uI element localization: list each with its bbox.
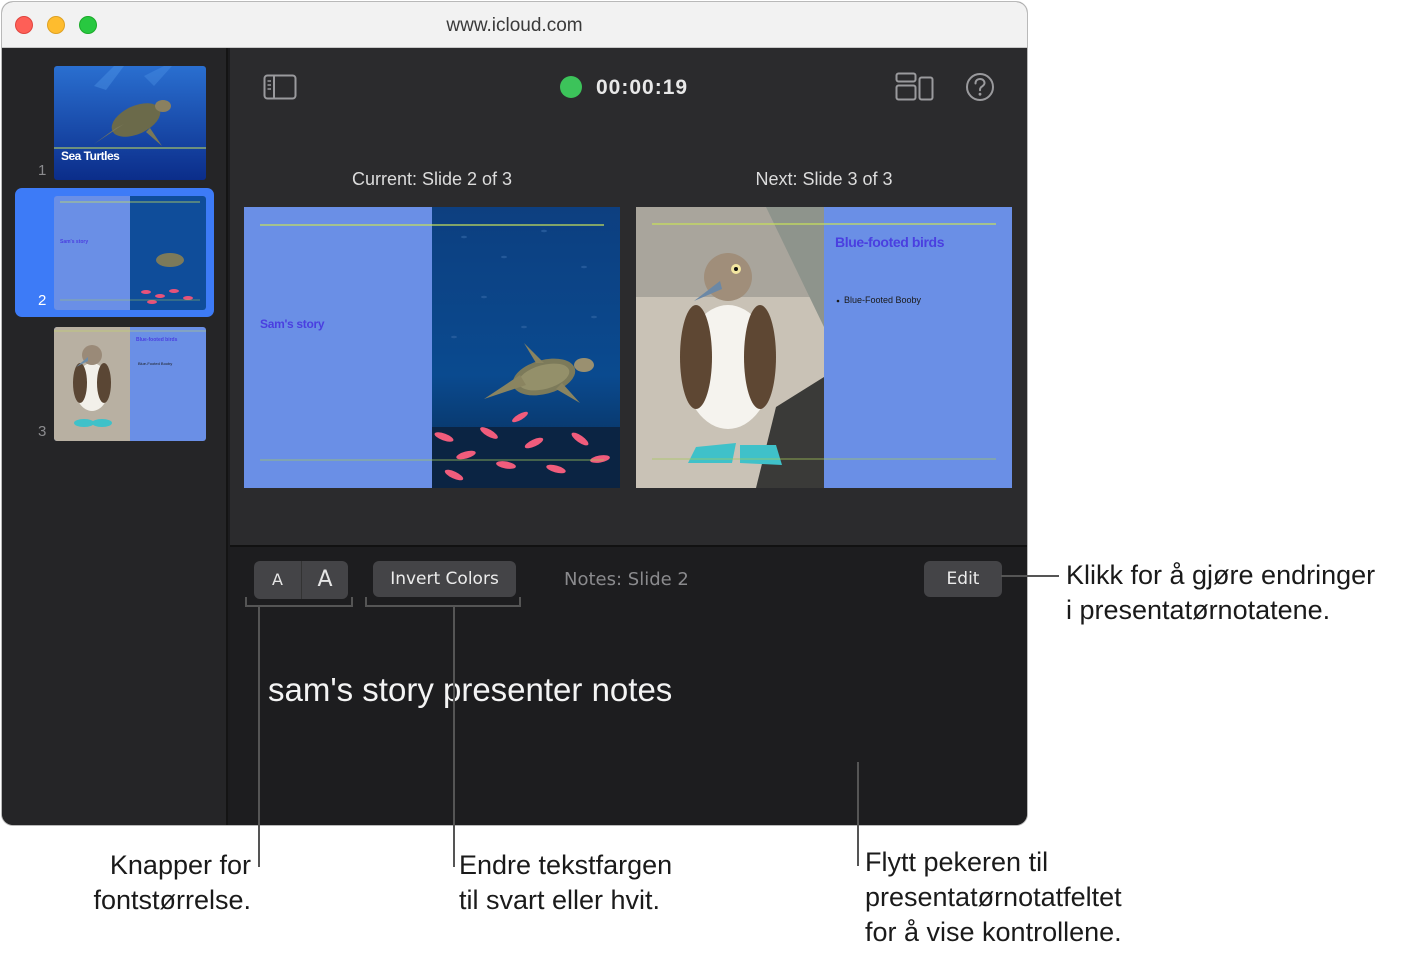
slide-thumbnail-3-bullet: Blue-Footed Booby — [138, 361, 173, 366]
font-callout-line-1: Knapper for — [109, 850, 251, 880]
font-size-buttons: A A — [254, 561, 348, 599]
font-callout-text: Knapper for fontstørrelse. — [78, 848, 251, 918]
invert-callout-text: Endre tekstfargen til svart eller hvit. — [459, 848, 672, 918]
next-slide-label: Next: Slide 3 of 3 — [755, 169, 893, 189]
notes-field-callout-line-1: Flytt pekeren til — [865, 847, 1049, 877]
notes-field-callout-text: Flytt pekeren til presentatørnotatfeltet… — [865, 845, 1122, 950]
increase-font-size-button[interactable]: A — [301, 561, 348, 599]
edit-callout-line-2: i presentatørnotatene. — [1066, 595, 1331, 625]
sidebar-toggle-icon[interactable] — [263, 74, 297, 100]
slide-navigator: 1 Sea Turtles 2 Sam's story 3 Blue-foote… — [2, 48, 228, 825]
invert-callout-line-1: Endre tekstfargen — [459, 850, 673, 880]
next-slide-bullet: Blue-Footed Booby — [844, 295, 922, 305]
invert-callout-line — [453, 607, 455, 867]
invert-callout-line-2: til svart eller hvit. — [459, 885, 661, 915]
slide-thumbnail-2[interactable]: Sam's story — [54, 196, 206, 310]
current-slide-label: Current: Slide 2 of 3 — [351, 169, 513, 189]
help-icon[interactable] — [965, 72, 995, 102]
slide-thumbnail-1-title: Sea Turtles — [61, 149, 120, 163]
slide-number-1: 1 — [38, 162, 47, 179]
blue-footed-booby-photo — [636, 207, 1012, 488]
notes-field-callout-line — [857, 762, 859, 866]
notes-field-callout-line-3: for å vise kontrollene. — [865, 917, 1122, 947]
next-slide-preview: Blue-footed birds Blue-Footed Booby — [636, 207, 1012, 488]
presenter-window: www.icloud.com 1 Sea Turtles 2 Sam's sto… — [1, 1, 1028, 826]
edit-callout-line — [1001, 575, 1059, 577]
invert-bracket-right — [519, 597, 521, 607]
window-url: www.icloud.com — [446, 15, 583, 36]
slide-thumbnail-3[interactable]: Blue-footed birds Blue-Footed Booby — [54, 327, 206, 441]
font-bracket-bottom — [245, 605, 353, 607]
slide-thumbnail-3-title: Blue-footed birds — [136, 337, 178, 343]
slide-thumbnail-2-title: Sam's story — [60, 239, 89, 245]
presenter-display: 00:00:19 Current: Slide 2 of 3 Next: Sli… — [230, 48, 1027, 545]
slide-number-2: 2 — [38, 292, 47, 309]
title-bar: www.icloud.com — [2, 2, 1027, 48]
font-callout-line-2: fontstørrelse. — [93, 885, 251, 915]
invert-colors-button[interactable]: Invert Colors — [373, 561, 516, 597]
sams-story-thumbnail-image — [54, 196, 206, 310]
next-slide-title: Blue-footed birds — [835, 234, 945, 250]
font-callout-line — [258, 607, 260, 867]
slide-number-3: 3 — [38, 423, 47, 440]
presenter-notes-text: sam's story presenter notes — [268, 671, 673, 708]
layout-options-icon[interactable] — [895, 72, 935, 102]
sea-turtle-photo — [244, 207, 620, 488]
edit-callout-line-1: Klikk for å gjøre endringer — [1066, 560, 1376, 590]
presentation-timer: 00:00:19 — [596, 76, 689, 99]
timer-status-icon — [560, 76, 582, 98]
decrease-font-size-button[interactable]: A — [254, 561, 301, 599]
edit-notes-button[interactable]: Edit — [924, 561, 1002, 597]
notes-field-callout-line-2: presentatørnotatfeltet — [865, 882, 1122, 912]
font-bracket-right — [351, 597, 353, 607]
presenter-notes-panel: A A Invert Colors Notes: Slide 2 Edit sa… — [230, 545, 1027, 825]
booby-thumbnail-image — [54, 327, 206, 441]
current-slide-title: Sam's story — [260, 317, 325, 331]
slide-thumbnail-1[interactable]: Sea Turtles — [54, 66, 206, 180]
current-slide-preview: Sam's story — [244, 207, 620, 488]
edit-callout-text: Klikk for å gjøre endringer i presentatø… — [1066, 558, 1375, 628]
invert-bracket-bottom — [365, 605, 521, 607]
notes-header: Notes: Slide 2 — [564, 569, 689, 590]
